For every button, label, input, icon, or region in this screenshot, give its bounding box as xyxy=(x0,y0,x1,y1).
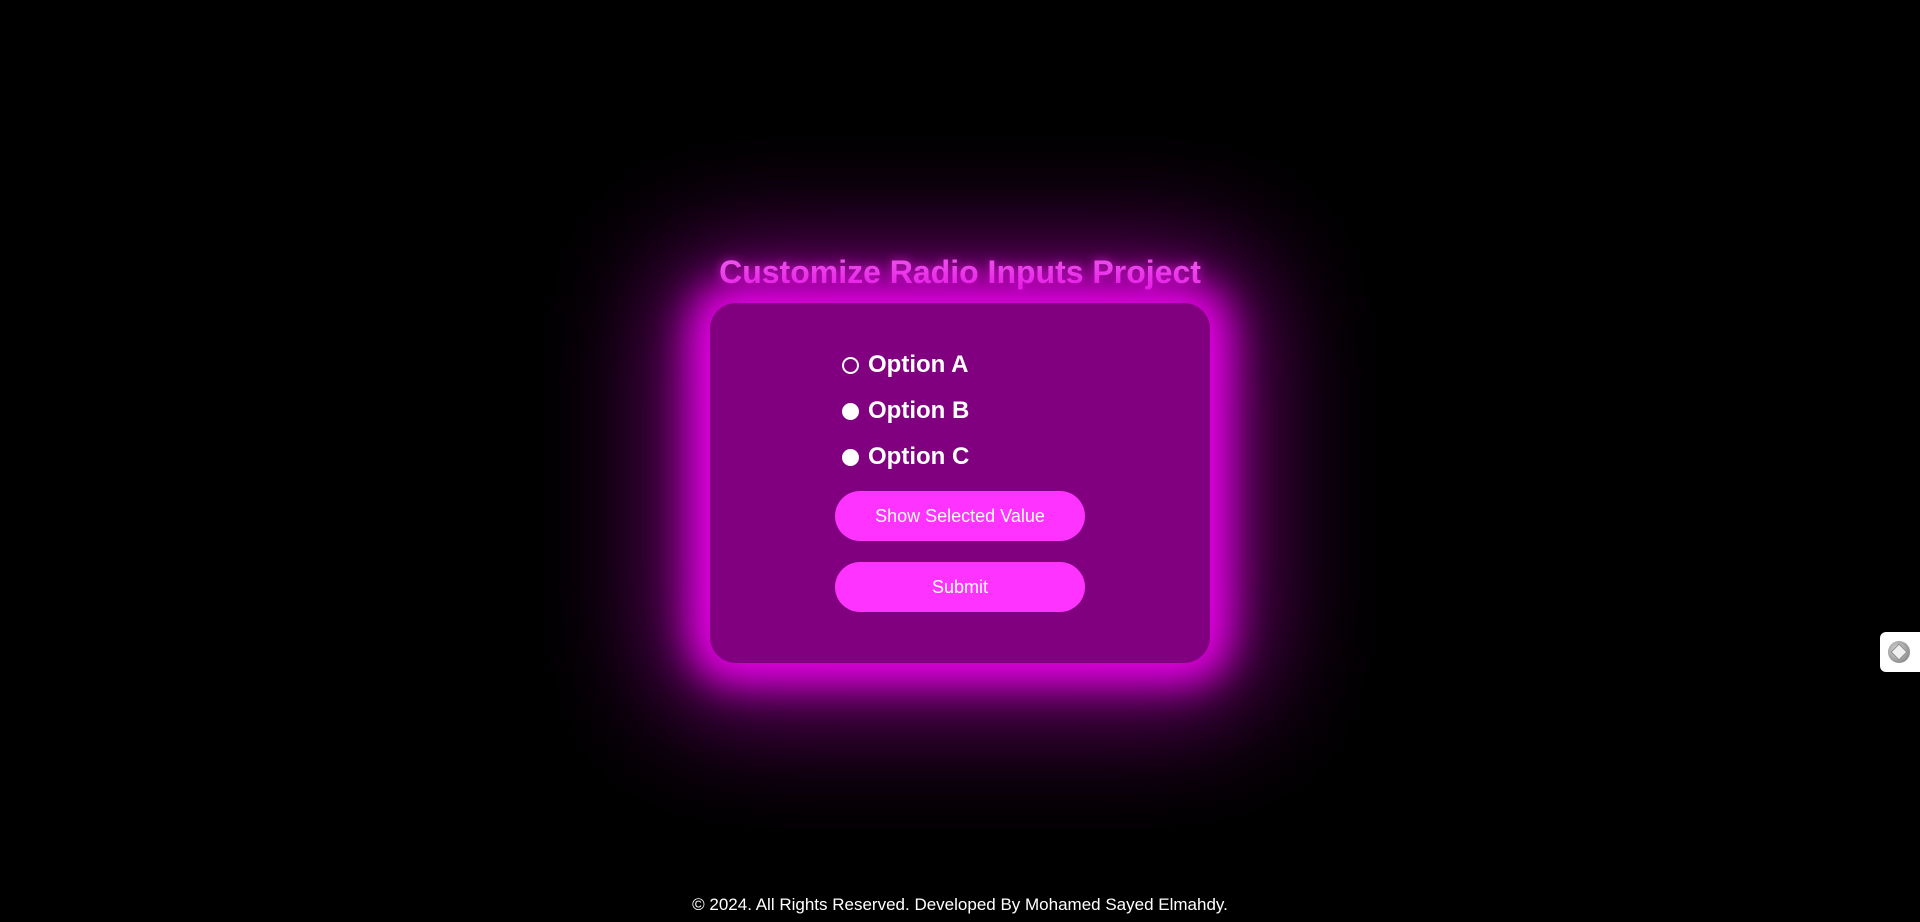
show-selected-value-button[interactable]: Show Selected Value xyxy=(835,491,1085,541)
option-b[interactable]: Option B xyxy=(842,395,969,427)
page-title: Customize Radio Inputs Project xyxy=(719,254,1201,290)
option-c[interactable]: Option C xyxy=(842,441,969,473)
option-b-label: Option B xyxy=(868,397,970,424)
extension-widget-icon-inner xyxy=(1890,643,1908,661)
option-a[interactable]: Option A xyxy=(842,349,968,381)
option-c-radio[interactable] xyxy=(842,448,859,466)
option-c-label: Option C xyxy=(868,443,970,470)
option-a-label: Option A xyxy=(868,351,969,378)
submit-button[interactable]: Submit xyxy=(835,562,1085,612)
radio-card: Option A Option B Option C Show Selected… xyxy=(710,303,1210,663)
side-widget[interactable] xyxy=(1880,632,1920,672)
extension-widget-icon[interactable] xyxy=(1888,641,1910,663)
footer-copyright: © 2024. All Rights Reserved. Developed B… xyxy=(692,895,1228,914)
option-a-radio[interactable] xyxy=(842,356,859,374)
page: Customize Radio Inputs Project Option A … xyxy=(0,0,1920,922)
option-b-radio[interactable] xyxy=(842,402,859,420)
